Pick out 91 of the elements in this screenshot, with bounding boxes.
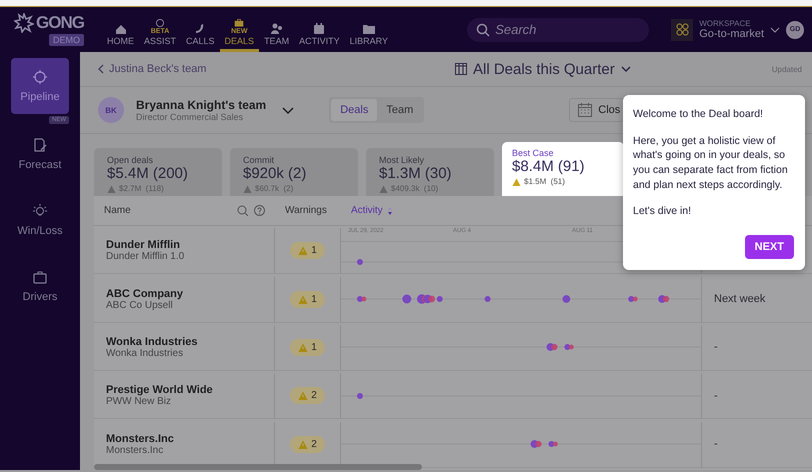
sidebar-item[interactable]: Win/Loss	[11, 192, 69, 248]
warning-amount: $60.7k (2)	[255, 184, 294, 193]
scrollbar[interactable]	[94, 464, 422, 470]
card-label: Most Likely	[379, 155, 426, 165]
tooltip-title: Welcome to the Deal board!	[633, 107, 764, 122]
next-button[interactable]: NEXT	[744, 235, 794, 260]
team-avatar: BK	[98, 97, 124, 123]
folder-icon	[362, 22, 376, 36]
workspace-name[interactable]: Go-to-market	[699, 28, 764, 40]
deal-name[interactable]: ABC Company	[106, 288, 184, 300]
forecast-card[interactable]: Commit $920k (2) $60.7k (2)	[230, 148, 358, 196]
columns-icon	[455, 63, 467, 75]
warning-amount: $409.3k (10)	[391, 184, 438, 193]
warning-icon	[243, 184, 252, 192]
deal-name[interactable]: Dunder Mifflin	[106, 239, 180, 252]
demo-badge: DEMO	[49, 34, 84, 46]
briefcase-icon	[232, 18, 246, 28]
forecast-card[interactable]: Best Case $8.4M (91) $1.5M (51)	[502, 142, 624, 196]
deal-subtitle: Wonka Industries	[106, 348, 184, 359]
calendar-icon	[578, 103, 592, 117]
chevron-down-icon	[620, 66, 631, 72]
calendar-icon	[312, 22, 326, 36]
nav-tab[interactable]: ACTIVITY	[294, 7, 345, 52]
nav-tab[interactable]: LIBRARY	[344, 7, 393, 52]
deal-name[interactable]: Monsters.Inc	[106, 432, 174, 445]
search-field[interactable]: Search	[467, 18, 650, 42]
view-tab[interactable]: Team	[377, 99, 422, 121]
warning-badge[interactable]: 1	[290, 242, 325, 260]
team-role: Director Commercial Sales	[136, 112, 244, 122]
warning-icon	[512, 178, 521, 186]
warning-icon	[298, 294, 308, 304]
nav-tab[interactable]: HOME	[102, 7, 139, 52]
help-icon	[254, 205, 265, 216]
nav-tab[interactable]: CALLS	[181, 7, 220, 52]
chevron-left-icon	[98, 64, 104, 74]
warning-icon	[298, 342, 308, 352]
sidebar-item[interactable]: Drivers	[11, 258, 69, 314]
warning-badge[interactable]: 1	[290, 290, 325, 308]
sidebar-item[interactable]: Pipeline	[11, 58, 69, 114]
deal-subtitle: PWW New Biz	[106, 396, 171, 408]
tooltip-text: Here, you get a holistic view of what's going on in your deals, so you can separate fact from fiction and plan next steps accordingly.	[633, 134, 789, 192]
deal-subtitle: ABC Co Upsell	[106, 300, 173, 311]
next-step: -	[714, 438, 718, 450]
back-link[interactable]: Justina Beck's team	[98, 63, 206, 75]
warning-icon	[298, 391, 308, 400]
workspace-label: WORKSPACE	[699, 19, 752, 28]
warning-icon	[298, 440, 308, 449]
starburst-icon	[14, 13, 34, 33]
warning-badge[interactable]: 2	[290, 436, 325, 453]
team-name[interactable]: Bryanna Knight's team	[136, 98, 266, 112]
next-step: -	[714, 341, 718, 354]
deal-name[interactable]: Wonka Industries	[106, 336, 198, 348]
card-value: $5.4M (200)	[107, 165, 189, 182]
card-value: $1.3M (30)	[379, 165, 453, 182]
warning-badge[interactable]: 2	[290, 387, 325, 404]
people-icon	[270, 22, 284, 36]
next-step: -	[714, 390, 718, 402]
card-value: $920k (2)	[243, 165, 308, 182]
tooltip-text: Let's dive in!	[633, 204, 692, 220]
column-header[interactable]: Activity	[351, 205, 383, 216]
deal-name[interactable]: Prestige World Wide	[106, 384, 213, 396]
search-icon	[476, 22, 490, 36]
chevron-down-icon	[282, 106, 294, 114]
chevron-down-icon	[770, 26, 780, 32]
card-label: Commit	[243, 155, 275, 165]
card-label: Open deals	[107, 155, 154, 165]
crosshair-icon	[32, 69, 48, 85]
search-icon	[237, 205, 248, 216]
forecast-card[interactable]: Most Likely $1.3M (30) $409.3k (10)	[366, 148, 494, 196]
deal-subtitle: Monsters.Inc	[106, 444, 164, 456]
sidebar-item[interactable]: Forecast	[11, 126, 69, 182]
column-header[interactable]: Warnings	[285, 205, 327, 216]
grid-icon	[676, 23, 689, 36]
forecast-card[interactable]: Open deals $5.4M (200) $2.7M (118)	[94, 148, 222, 196]
warning-icon	[298, 246, 308, 256]
card-label: Best Case	[512, 148, 555, 158]
view-tab[interactable]: Deals	[331, 99, 378, 121]
warning-amount: $2.7M (118)	[119, 184, 164, 193]
warning-icon	[379, 184, 388, 192]
warning-amount: $1.5M (51)	[524, 177, 565, 186]
logo-text: GONG	[36, 13, 84, 33]
nav-tab[interactable]: TEAM	[259, 7, 294, 52]
view-selector[interactable]: All Deals this Quarter	[455, 60, 631, 78]
column-header[interactable]: Name	[104, 205, 131, 216]
warning-icon	[107, 184, 116, 192]
date-button[interactable]: Clos	[569, 98, 624, 122]
next-step: Next week	[714, 293, 766, 306]
deal-subtitle: Dunder Mifflin 1.0	[106, 251, 184, 262]
warning-badge[interactable]: 1	[290, 338, 325, 356]
home-icon	[114, 22, 128, 36]
updated-label: Updated	[772, 64, 802, 74]
